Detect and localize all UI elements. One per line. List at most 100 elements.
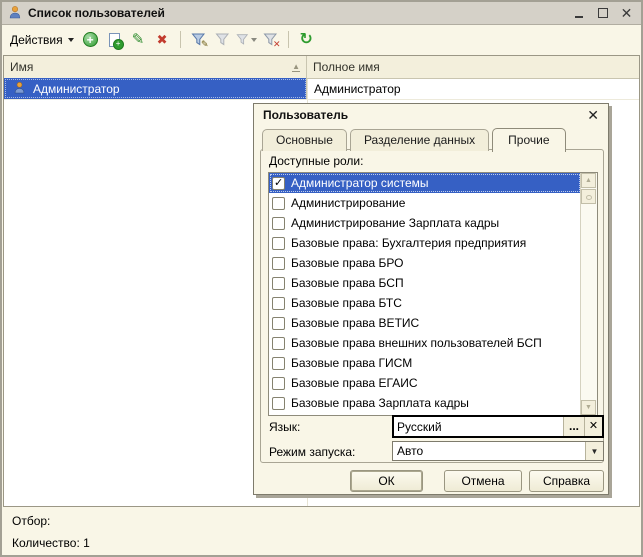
language-field: ... ✕ bbox=[392, 415, 604, 438]
role-label: Администрирование bbox=[291, 196, 405, 210]
roles-listbox: Администратор системы Администрирование … bbox=[268, 172, 598, 416]
role-checkbox[interactable] bbox=[272, 317, 285, 330]
role-checkbox[interactable] bbox=[272, 297, 285, 310]
role-label: Базовые права ВЕТИС bbox=[291, 316, 419, 330]
role-row[interactable]: Базовые права внешних пользователей БСП bbox=[269, 333, 581, 353]
role-row[interactable]: Базовые права ВЕТИС bbox=[269, 313, 581, 333]
cancel-button[interactable]: Отмена bbox=[444, 470, 522, 492]
role-checkbox[interactable] bbox=[272, 357, 285, 370]
column-header-fullname-label: Полное имя bbox=[313, 60, 380, 74]
role-row[interactable]: Администратор системы bbox=[269, 173, 581, 193]
role-label: Базовые права ГИСМ bbox=[291, 356, 412, 370]
actions-menu-button[interactable]: Действия bbox=[7, 31, 77, 49]
help-button[interactable]: Справка bbox=[529, 470, 604, 492]
roles-scrollbar[interactable]: ▲ ▼ bbox=[580, 173, 597, 415]
tab-panel-other: Доступные роли: Администратор системы Ад… bbox=[260, 149, 604, 463]
role-checkbox[interactable] bbox=[272, 237, 285, 250]
pencil-icon: ✎ bbox=[132, 32, 145, 47]
pencil-overlay-icon: ✎ bbox=[201, 40, 209, 49]
tab-other-label: Прочие bbox=[508, 133, 549, 147]
chevron-down-icon bbox=[251, 38, 257, 42]
combo-dropdown-icon[interactable]: ▼ bbox=[585, 442, 603, 460]
status-filter-label: Отбор: bbox=[12, 514, 50, 528]
edit-button[interactable]: ✎ bbox=[128, 29, 149, 50]
role-row[interactable]: Базовые права Зарплата кадры bbox=[269, 393, 581, 413]
filter-by-value-button[interactable] bbox=[212, 29, 233, 50]
dialog-close-icon[interactable]: ✕ bbox=[587, 107, 599, 124]
status-count-label: Количество: 1 bbox=[12, 536, 90, 550]
language-pick-button[interactable]: ... bbox=[563, 417, 584, 436]
role-checkbox[interactable] bbox=[272, 277, 285, 290]
scroll-up-icon[interactable]: ▲ bbox=[581, 173, 596, 188]
language-clear-icon[interactable]: ✕ bbox=[584, 417, 602, 436]
dialog-title-bar: Пользователь bbox=[254, 104, 608, 126]
user-dialog: Пользователь ✕ Основные Разделение данны… bbox=[253, 103, 609, 495]
role-checkbox[interactable] bbox=[272, 337, 285, 350]
role-row[interactable]: Базовые права ГИСМ bbox=[269, 353, 581, 373]
role-row[interactable]: Администрирование Зарплата кадры bbox=[269, 213, 581, 233]
toolbar: Действия + ✎ ✖ ✎ bbox=[2, 25, 641, 54]
red-cross-overlay-icon: ✕ bbox=[273, 40, 281, 49]
role-checkbox[interactable] bbox=[272, 257, 285, 270]
role-checkbox[interactable] bbox=[272, 217, 285, 230]
actions-menu-label: Действия bbox=[10, 33, 63, 47]
roles-rows: Администратор системы Администрирование … bbox=[269, 173, 581, 416]
role-label: Администрирование Зарплата кадры bbox=[291, 216, 499, 230]
clear-filter-button[interactable]: ✕ bbox=[260, 29, 281, 50]
table-row[interactable]: Администратор Администратор bbox=[4, 78, 639, 100]
tab-data-separation[interactable]: Разделение данных bbox=[350, 129, 489, 151]
cell-fullname: Администратор bbox=[307, 78, 639, 99]
role-label: Базовые права БСП bbox=[291, 276, 404, 290]
funnel-icon bbox=[215, 32, 230, 47]
scrollbar-thumb[interactable] bbox=[581, 189, 596, 204]
window-controls: ✕ bbox=[574, 7, 633, 19]
toolbar-separator bbox=[180, 31, 181, 48]
roles-label: Доступные роли: bbox=[269, 154, 363, 168]
launch-mode-combo[interactable]: Авто ▼ bbox=[392, 441, 604, 461]
language-input[interactable] bbox=[394, 417, 563, 436]
funnel-dropdown-icon bbox=[236, 32, 249, 47]
role-label: Базовые права: Бухгалтерия предприятия bbox=[291, 236, 526, 250]
user-icon bbox=[8, 5, 22, 22]
scroll-down-icon[interactable]: ▼ bbox=[581, 400, 596, 415]
role-row[interactable]: Базовые права ЕГАИС bbox=[269, 373, 581, 393]
refresh-button[interactable]: ↻ bbox=[296, 29, 317, 50]
tab-other[interactable]: Прочие bbox=[492, 128, 565, 152]
cell-name: Администратор bbox=[4, 78, 307, 99]
role-checkbox[interactable] bbox=[272, 377, 285, 390]
filter-settings-button[interactable]: ✎ bbox=[188, 29, 209, 50]
column-header-fullname[interactable]: Полное имя bbox=[307, 56, 639, 78]
role-row[interactable]: Базовые права БРО bbox=[269, 253, 581, 273]
role-checkbox-checked[interactable] bbox=[272, 177, 285, 190]
role-row[interactable]: Администрирование bbox=[269, 193, 581, 213]
copy-button[interactable] bbox=[104, 29, 125, 50]
language-label: Язык: bbox=[269, 420, 300, 434]
cell-fullname-text: Администратор bbox=[314, 82, 401, 96]
column-header-name[interactable]: Имя ▲ bbox=[4, 56, 307, 78]
role-row[interactable]: Базовые права: Бухгалтерия предприятия bbox=[269, 233, 581, 253]
role-label: Базовые права внешних пользователей БСП bbox=[291, 336, 542, 350]
column-header-name-label: Имя bbox=[10, 60, 33, 74]
launch-mode-label: Режим запуска: bbox=[269, 445, 355, 459]
table-header: Имя ▲ Полное имя bbox=[4, 56, 639, 79]
role-label: Базовые права БРО bbox=[291, 256, 404, 270]
red-cross-icon: ✖ bbox=[157, 33, 168, 46]
close-icon[interactable]: ✕ bbox=[620, 7, 633, 19]
tab-main[interactable]: Основные bbox=[262, 129, 347, 151]
role-checkbox[interactable] bbox=[272, 197, 285, 210]
minimize-icon[interactable] bbox=[574, 7, 586, 19]
tab-data-separation-label: Разделение данных bbox=[364, 133, 475, 147]
delete-button[interactable]: ✖ bbox=[152, 29, 173, 50]
title-bar: Список пользователей ✕ bbox=[2, 2, 641, 25]
user-icon bbox=[13, 81, 26, 97]
maximize-icon[interactable] bbox=[597, 7, 609, 19]
filter-history-button[interactable] bbox=[236, 29, 257, 50]
role-row[interactable]: Базовые права БСП bbox=[269, 273, 581, 293]
role-label: Базовые права ЕГАИС bbox=[291, 376, 418, 390]
role-checkbox[interactable] bbox=[272, 397, 285, 410]
add-button[interactable]: + bbox=[80, 29, 101, 50]
ok-button[interactable]: ОК bbox=[350, 470, 423, 492]
document-plus-icon bbox=[109, 33, 120, 47]
role-row[interactable]: Базовые права БТС bbox=[269, 293, 581, 313]
refresh-arrows-icon: ↻ bbox=[299, 32, 312, 48]
